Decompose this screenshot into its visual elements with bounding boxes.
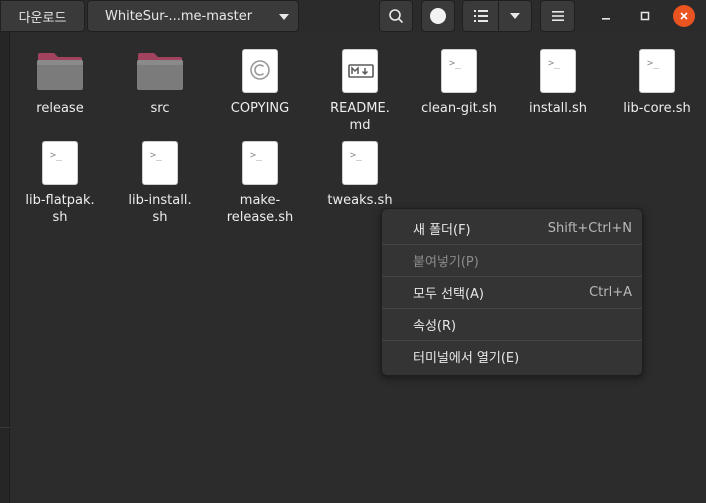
- context-menu-item-shortcut: Shift+Ctrl+N: [547, 221, 632, 236]
- context-menu-item[interactable]: 터미널에서 열기(E): [382, 341, 642, 372]
- breadcrumb-current-label: WhiteSur-...me-master: [105, 8, 253, 24]
- search-button[interactable]: [379, 0, 413, 32]
- file-item-icon: [336, 47, 384, 95]
- breadcrumb-downloads[interactable]: 다운로드: [0, 0, 85, 32]
- file-item-icon: [36, 47, 84, 95]
- folder-icon: [37, 53, 83, 90]
- file-item-icon: >_: [435, 47, 483, 95]
- context-menu-item[interactable]: 속성(R): [382, 309, 642, 340]
- context-menu-item-label: 모두 선택(A): [413, 287, 485, 302]
- minimize-button[interactable]: [589, 0, 623, 32]
- context-menu-item-label: 터미널에서 열기(E): [413, 351, 520, 366]
- script-file-icon: >_: [639, 49, 675, 93]
- file-item-name: tweaks.sh: [327, 193, 393, 208]
- file-item-icon: >_: [136, 139, 184, 187]
- file-item-name: README. md: [330, 101, 390, 133]
- context-menu-item[interactable]: 새 폴더(F) Shift+Ctrl+N: [382, 213, 642, 244]
- file-item-name: clean-git.sh: [421, 101, 497, 116]
- chevron-down-icon: [510, 13, 520, 19]
- context-menu-item: 붙여넣기(P): [382, 245, 642, 276]
- script-file-icon: >_: [441, 49, 477, 93]
- context-menu-item-label: 새 폴더(F): [413, 223, 471, 238]
- breadcrumb-current-folder[interactable]: WhiteSur-...me-master: [87, 0, 299, 32]
- script-file-icon: >_: [540, 49, 576, 93]
- headerbar: 다운로드 WhiteSur-...me-master: [0, 0, 706, 32]
- script-file-icon: >_: [42, 141, 78, 185]
- file-item-icon: >_: [534, 47, 582, 95]
- file-item-icon: >_: [236, 139, 284, 187]
- sidebar: [0, 32, 10, 503]
- copyright-file-icon: [242, 49, 278, 93]
- minimize-icon: [602, 18, 610, 20]
- close-button[interactable]: [667, 0, 701, 32]
- file-item-icon: >_: [336, 139, 384, 187]
- script-file-icon: >_: [142, 141, 178, 185]
- script-file-icon: >_: [342, 141, 378, 185]
- file-item-name: lib-install. sh: [128, 193, 192, 225]
- view-toggle-icon: [430, 8, 446, 24]
- hamburger-menu-icon: [551, 11, 564, 21]
- search-icon: [389, 9, 403, 23]
- file-item-icon: [136, 47, 184, 95]
- file-item-name: src: [150, 101, 170, 116]
- main-menu-button[interactable]: [540, 0, 575, 32]
- maximize-icon: [640, 11, 650, 21]
- file-item-icon: >_: [36, 139, 84, 187]
- close-circle: [673, 5, 695, 27]
- view-options-button[interactable]: [498, 0, 532, 32]
- script-file-icon: >_: [242, 141, 278, 185]
- file-item-name: lib-flatpak. sh: [25, 193, 95, 225]
- markdown-file-icon: [342, 49, 378, 93]
- sidebar-divider: [0, 427, 10, 428]
- list-view-icon: [473, 10, 488, 22]
- file-item-name: COPYING: [230, 101, 290, 116]
- context-menu-item[interactable]: 모두 선택(A) Ctrl+A: [382, 277, 642, 308]
- breadcrumb-downloads-label: 다운로드: [18, 10, 67, 26]
- file-item-name: make- release.sh: [226, 193, 294, 225]
- context-menu-item-label: 속성(R): [413, 319, 457, 334]
- context-menu: 새 폴더(F) Shift+Ctrl+N 붙여넣기(P) 모두 선택(A) Ctrl+A…: [381, 208, 643, 376]
- chevron-down-icon: [279, 14, 289, 20]
- context-menu-item-label: 붙여넣기(P): [413, 255, 479, 270]
- context-menu-item-shortcut: Ctrl+A: [589, 285, 632, 300]
- close-icon: [680, 12, 688, 20]
- file-item-name: release: [36, 101, 84, 116]
- file-item-icon: >_: [633, 47, 681, 95]
- list-view-button[interactable]: [462, 0, 499, 32]
- view-toggle-button[interactable]: [421, 0, 455, 32]
- file-item-icon: [236, 47, 284, 95]
- file-item-name: install.sh: [528, 101, 588, 116]
- maximize-button[interactable]: [628, 0, 662, 32]
- folder-icon: [137, 53, 183, 90]
- file-item-name: lib-core.sh: [623, 101, 691, 116]
